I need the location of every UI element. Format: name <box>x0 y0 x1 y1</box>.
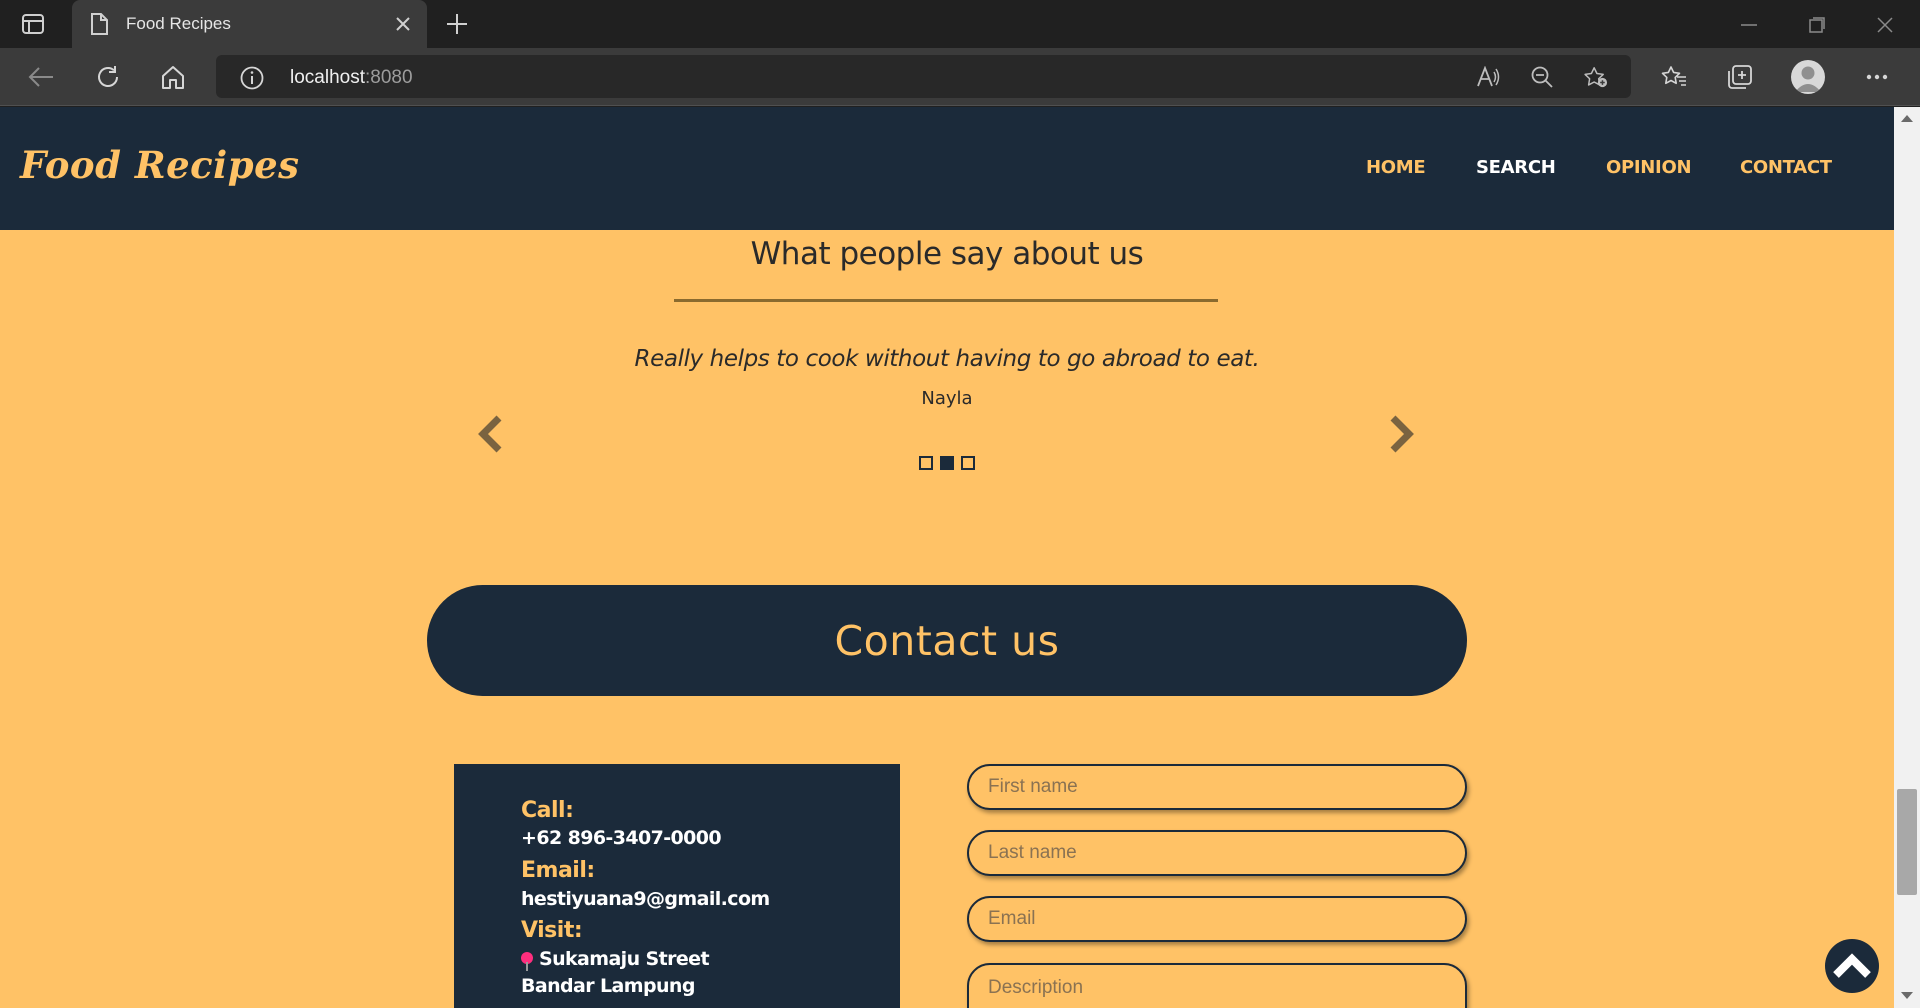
nav-opinion[interactable]: OPINION <box>1606 157 1692 178</box>
page-scrollbar[interactable] <box>1894 107 1920 1008</box>
testimonial-quote: Really helps to cook without having to g… <box>634 346 1260 372</box>
restore-icon[interactable] <box>1806 14 1828 36</box>
call-value: +62 896-3407-0000 <box>521 827 722 849</box>
visit-city: Bandar Lampung <box>521 975 695 997</box>
profile-icon[interactable] <box>1791 60 1825 94</box>
testimonial-author: Nayla <box>921 388 973 409</box>
favorites-icon[interactable] <box>1659 62 1689 92</box>
chevron-up-icon <box>1833 953 1871 978</box>
visit-street: Sukamaju Street <box>539 948 710 970</box>
description-field[interactable] <box>967 963 1467 1008</box>
carousel-indicators <box>919 456 975 470</box>
visit-label: Visit: <box>521 918 583 943</box>
chevron-left-icon[interactable] <box>474 412 508 456</box>
tab-actions-icon[interactable] <box>20 12 46 36</box>
plus-icon[interactable] <box>444 11 470 37</box>
page-viewport: Food Recipes HOME SEARCH OPINION CONTACT… <box>0 107 1894 1008</box>
scroll-up-arrow[interactable] <box>1901 115 1913 122</box>
contact-banner: Contact us <box>427 585 1467 696</box>
carousel-indicator[interactable] <box>919 456 933 470</box>
last-name-field[interactable] <box>967 830 1467 876</box>
page-icon <box>90 13 108 40</box>
browser-toolbar: localhost:8080 <box>0 48 1920 106</box>
scrollbar-thumb[interactable] <box>1897 789 1917 895</box>
minimize-icon[interactable] <box>1738 14 1760 36</box>
pin-icon <box>521 952 533 971</box>
tab-title: Food Recipes <box>126 14 231 33</box>
info-icon[interactable] <box>240 66 264 95</box>
call-label: Call: <box>521 798 574 823</box>
collections-icon[interactable] <box>1725 62 1755 92</box>
email-value: hestiyuana9@gmail.com <box>521 888 770 910</box>
email-field[interactable] <box>967 896 1467 942</box>
url-host: localhost <box>290 67 365 88</box>
contact-info-card: Call: +62 896-3407-0000 Email: hestiyuan… <box>454 764 900 1008</box>
site-navbar: Food Recipes HOME SEARCH OPINION CONTACT <box>0 107 1894 230</box>
close-icon[interactable] <box>393 14 413 34</box>
scroll-down-arrow[interactable] <box>1901 992 1913 999</box>
back-icon[interactable] <box>26 62 56 92</box>
first-name-field[interactable] <box>967 764 1467 810</box>
address-bar[interactable]: localhost:8080 <box>216 55 1631 98</box>
more-icon[interactable] <box>1862 62 1892 92</box>
carousel-indicator[interactable] <box>961 456 975 470</box>
nav-home[interactable]: HOME <box>1366 157 1426 178</box>
email-label: Email: <box>521 858 595 883</box>
url-port: :8080 <box>365 67 413 88</box>
site-logo[interactable]: Food Recipes <box>20 143 299 187</box>
close-icon[interactable] <box>1874 14 1896 36</box>
contact-heading: Contact us <box>834 616 1060 665</box>
back-to-top-button[interactable] <box>1825 939 1879 993</box>
zoom-out-icon[interactable] <box>1530 65 1554 89</box>
title-divider <box>674 299 1218 302</box>
refresh-icon[interactable] <box>93 62 123 92</box>
nav-contact[interactable]: CONTACT <box>1740 157 1832 178</box>
nav-search[interactable]: SEARCH <box>1476 157 1556 178</box>
browser-tab[interactable]: Food Recipes <box>72 0 427 48</box>
carousel-indicator-active[interactable] <box>940 456 954 470</box>
chevron-right-icon[interactable] <box>1384 412 1418 456</box>
add-favorite-icon[interactable] <box>1584 65 1608 89</box>
read-aloud-icon[interactable] <box>1476 65 1500 89</box>
testimonials-title: What people say about us <box>750 236 1144 272</box>
url-text[interactable]: localhost:8080 <box>290 67 413 89</box>
browser-tabbar: Food Recipes <box>0 0 1920 48</box>
home-icon[interactable] <box>158 62 188 92</box>
